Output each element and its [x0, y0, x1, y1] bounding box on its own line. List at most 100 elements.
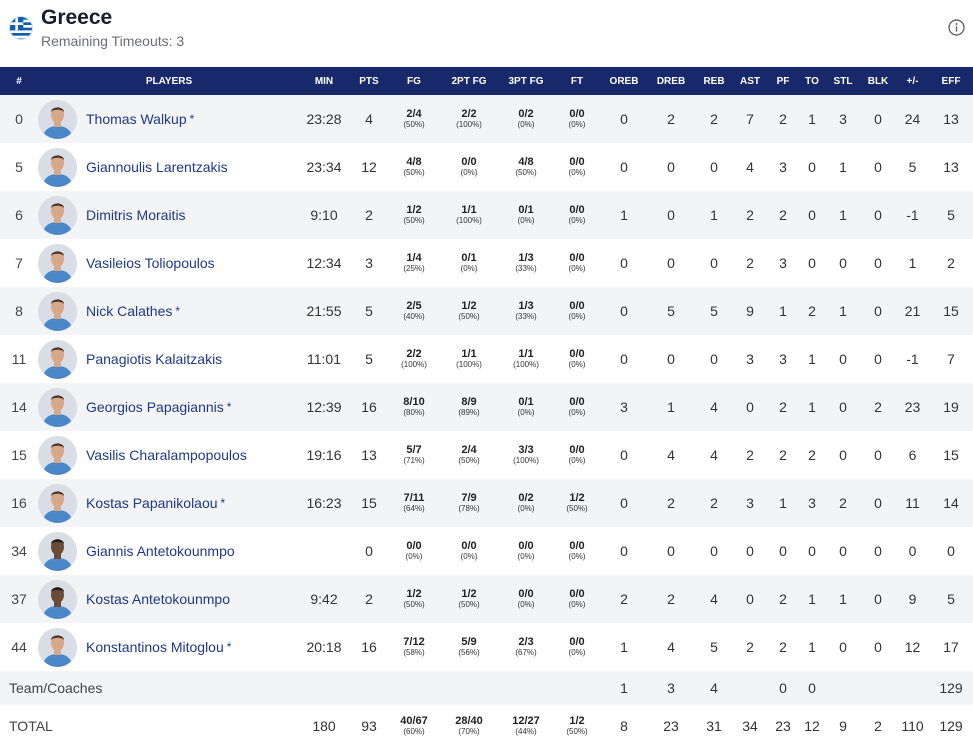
- eff: 5: [947, 591, 955, 607]
- two-point-fg: 7/9 (78%): [438, 479, 500, 527]
- player-avatar[interactable]: [38, 435, 77, 475]
- pf: 23: [775, 718, 791, 734]
- player-avatar[interactable]: [38, 147, 77, 187]
- eff: 7: [947, 351, 955, 367]
- player-name-link[interactable]: Vasileios Toliopoulos: [86, 255, 215, 271]
- player-cell: Kostas Papanikolaou *: [38, 479, 300, 527]
- plus-minus: 12: [904, 639, 921, 655]
- player-name-link[interactable]: Nick Calathes: [86, 303, 172, 319]
- free-throws-percentage: (0%): [568, 600, 586, 609]
- three-point-fg: 2/3 (67%): [500, 623, 552, 671]
- player-avatar[interactable]: [38, 99, 77, 139]
- field-goals-made-attempted: 8/10: [403, 396, 425, 408]
- free-throws: 0/0 (0%): [552, 191, 602, 239]
- plus-minus: -1: [906, 207, 919, 223]
- to: 0: [808, 207, 816, 223]
- two-point-fg-made-attempted: 8/9: [461, 396, 477, 408]
- minutes: 21:55: [306, 303, 342, 319]
- three-point-fg-made-attempted: 3/3: [518, 444, 534, 456]
- free-throws-percentage: (0%): [568, 312, 586, 321]
- three-point-fg-percentage: (33%): [515, 312, 537, 321]
- oreb: 8: [620, 718, 628, 734]
- two-point-fg-percentage: (0%): [460, 264, 478, 273]
- blk: [860, 671, 896, 705]
- column-header: TO: [805, 75, 819, 87]
- to: 2: [808, 447, 816, 463]
- player-avatar[interactable]: [38, 627, 77, 667]
- free-throws-made-attempted: 1/2: [569, 715, 585, 727]
- free-throws-made-attempted: 0/0: [569, 444, 585, 456]
- column-header: FT: [570, 75, 584, 87]
- two-point-fg-percentage: (78%): [458, 504, 480, 513]
- player-name-link[interactable]: Kostas Papanikolaou: [86, 495, 218, 511]
- starter-marker: *: [226, 400, 232, 414]
- three-point-fg-percentage: (100%): [513, 456, 539, 465]
- free-throws-percentage: (0%): [568, 264, 586, 273]
- minutes: 12:39: [306, 399, 342, 415]
- points: 4: [365, 111, 373, 127]
- player-cell: Vasilis Charalampopoulos: [38, 431, 300, 479]
- free-throws: 1/2 (50%): [552, 705, 602, 744]
- dreb: 5: [667, 303, 675, 319]
- three-point-fg: 3/3 (100%): [500, 431, 552, 479]
- player-name-link[interactable]: Georgios Papagiannis: [86, 399, 224, 415]
- two-point-fg-percentage: (100%): [456, 216, 482, 225]
- player-avatar[interactable]: [38, 483, 77, 523]
- player-avatar[interactable]: [38, 579, 77, 619]
- jersey-number: 8: [15, 303, 23, 319]
- player-avatar[interactable]: [38, 195, 77, 235]
- plus-minus: 6: [908, 447, 917, 463]
- player-name-link[interactable]: Kostas Antetokounmpo: [86, 591, 230, 607]
- player-cell: Kostas Antetokounmpo: [38, 575, 300, 623]
- blk: 0: [874, 591, 882, 607]
- blk: 2: [874, 718, 882, 734]
- free-throws: 0/0 (0%): [552, 95, 602, 143]
- plus-minus: 24: [904, 111, 921, 127]
- points: 93: [361, 718, 377, 734]
- two-point-fg-percentage: (50%): [458, 456, 480, 465]
- player-name-link[interactable]: Giannis Antetokounmpo: [86, 543, 235, 559]
- reb: 31: [706, 718, 722, 734]
- player-cell: Georgios Papagiannis *: [38, 383, 300, 431]
- field-goals-percentage: (71%): [403, 456, 425, 465]
- player-name-link[interactable]: Thomas Walkup: [86, 111, 187, 127]
- eff: 15: [943, 447, 959, 463]
- dreb: 2: [667, 591, 675, 607]
- player-avatar[interactable]: [38, 531, 77, 571]
- player-avatar[interactable]: [38, 339, 77, 379]
- player-name-link[interactable]: Vasilis Charalampopoulos: [86, 447, 247, 463]
- three-point-fg-percentage: (44%): [515, 727, 537, 736]
- to: 2: [808, 303, 816, 319]
- starter-marker: *: [226, 640, 232, 654]
- greece-flag-icon: [9, 16, 33, 40]
- player-name-link[interactable]: Giannoulis Larentzakis: [86, 159, 228, 175]
- column-header: 3PT FG: [508, 75, 544, 87]
- to: 12: [804, 718, 820, 734]
- info-icon[interactable]: [948, 19, 965, 36]
- reb: 5: [710, 303, 718, 319]
- three-point-fg-made-attempted: 1/1: [518, 348, 534, 360]
- player-avatar[interactable]: [38, 291, 77, 331]
- three-point-fg-percentage: (50%): [515, 168, 537, 177]
- two-point-fg-percentage: (50%): [458, 600, 480, 609]
- team-coaches-row: Team/Coaches 1 3 4 0 0 129: [0, 671, 973, 705]
- free-throws-percentage: (0%): [568, 648, 586, 657]
- eff: 13: [943, 111, 959, 127]
- pf: 2: [779, 591, 787, 607]
- three-point-fg-made-attempted: 0/0: [518, 540, 534, 552]
- two-point-fg-made-attempted: 1/1: [461, 348, 477, 360]
- player-name-link[interactable]: Dimitris Moraitis: [86, 207, 186, 223]
- player-row: 44 Konstantinos Mitoglou * 20:18 16 7/12 (58%)…: [0, 623, 973, 671]
- free-throws: 0/0 (0%): [552, 143, 602, 191]
- player-avatar[interactable]: [38, 387, 77, 427]
- minutes: 23:34: [306, 159, 342, 175]
- player-name-link[interactable]: Panagiotis Kalaitzakis: [86, 351, 222, 367]
- player-name-link[interactable]: Konstantinos Mitoglou: [86, 639, 224, 655]
- stl: [826, 671, 860, 705]
- player-avatar[interactable]: [38, 243, 77, 283]
- minutes: 16:23: [306, 495, 342, 511]
- three-point-fg-percentage: (0%): [517, 504, 535, 513]
- field-goals: 7/12 (58%): [390, 623, 438, 671]
- two-point-fg-percentage: (56%): [458, 648, 480, 657]
- field-goals-made-attempted: 7/11: [403, 492, 425, 504]
